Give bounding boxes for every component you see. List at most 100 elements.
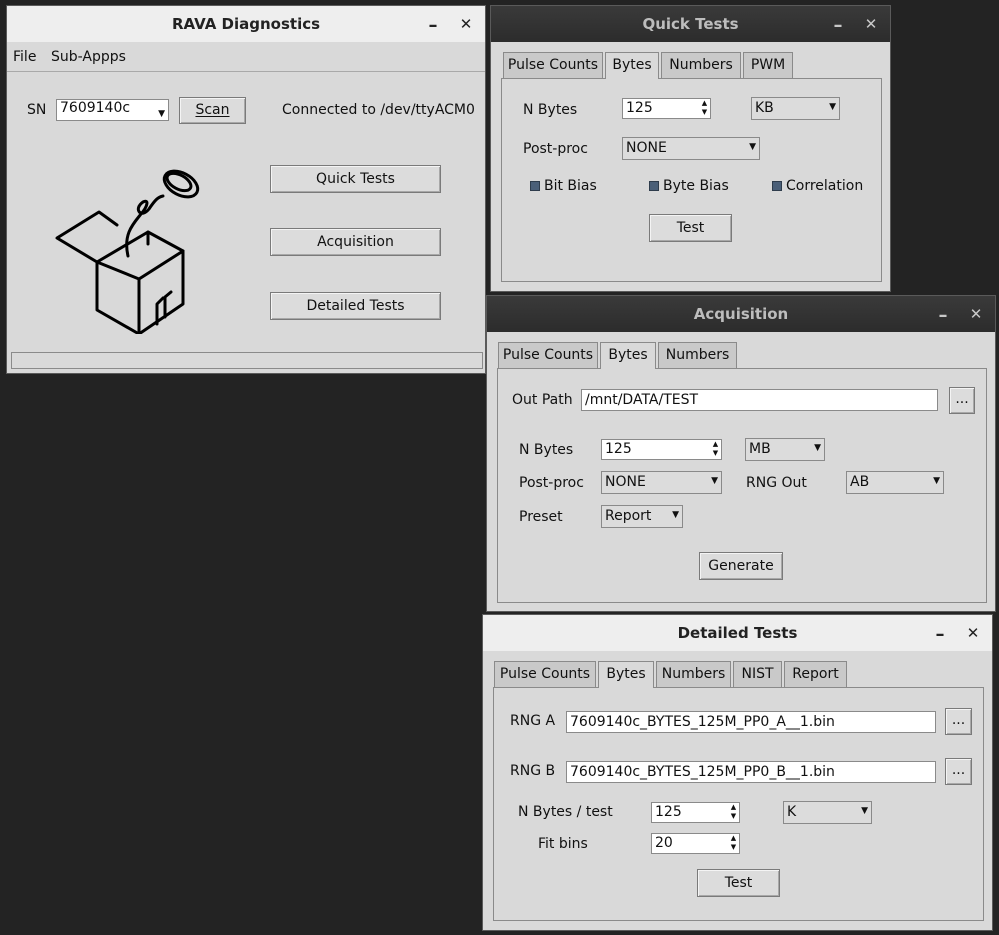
fit-bins-spinbox[interactable]: 20 ▲ ▼ bbox=[651, 833, 740, 854]
unit-select[interactable]: K ▼ bbox=[783, 801, 872, 824]
spin-arrows-icon[interactable]: ▲ ▼ bbox=[728, 803, 739, 822]
out-path-label: Out Path bbox=[512, 392, 573, 408]
unit-select-value: KB bbox=[755, 100, 774, 116]
rng-b-value: 7609140c_BYTES_125M_PP0_B__1.bin bbox=[570, 764, 835, 780]
byte-bias-checkbox[interactable] bbox=[649, 181, 659, 191]
quick-tests-titlebar[interactable]: Quick Tests – ✕ bbox=[491, 6, 890, 42]
minimize-button[interactable]: – bbox=[827, 13, 849, 36]
quick-tests-button[interactable]: Quick Tests bbox=[270, 165, 441, 193]
generate-button[interactable]: Generate bbox=[699, 552, 783, 580]
unit-select[interactable]: MB ▼ bbox=[745, 438, 825, 461]
n-bytes-test-value: 125 bbox=[655, 804, 682, 820]
tab-numbers[interactable]: Numbers bbox=[656, 661, 731, 687]
detailed-tests-body: Pulse Counts Bytes Numbers NIST Report R… bbox=[483, 651, 992, 930]
fit-bins-label: Fit bins bbox=[538, 836, 588, 852]
quick-tests-window: Quick Tests – ✕ Pulse Counts Bytes Numbe… bbox=[490, 5, 891, 292]
close-button[interactable]: ✕ bbox=[965, 303, 987, 325]
acquisition-window: Acquisition – ✕ Pulse Counts Bytes Numbe… bbox=[486, 295, 996, 612]
scan-button[interactable]: Scan bbox=[179, 97, 246, 124]
menu-subapps[interactable]: Sub-Appps bbox=[51, 47, 126, 67]
detailed-tests-window: Detailed Tests – ✕ Pulse Counts Bytes Nu… bbox=[482, 614, 993, 931]
browse-button-rng-b[interactable]: ... bbox=[945, 758, 972, 785]
postproc-label: Post-proc bbox=[523, 141, 588, 157]
test-button[interactable]: Test bbox=[649, 214, 732, 242]
unit-select-value: K bbox=[787, 804, 797, 820]
n-bytes-spinbox[interactable]: 125 ▲ ▼ bbox=[622, 98, 711, 119]
postproc-select[interactable]: NONE ▼ bbox=[601, 471, 722, 494]
main-window-title: RAVA Diagnostics bbox=[171, 15, 321, 33]
postproc-select[interactable]: NONE ▼ bbox=[622, 137, 760, 160]
preset-select-value: Report bbox=[605, 508, 652, 524]
unit-select[interactable]: KB ▼ bbox=[751, 97, 840, 120]
spin-arrows-icon[interactable]: ▲ ▼ bbox=[710, 440, 721, 459]
tab-pulse-counts[interactable]: Pulse Counts bbox=[503, 52, 603, 78]
acquisition-title: Acquisition bbox=[693, 305, 789, 323]
n-bytes-spinbox[interactable]: 125 ▲ ▼ bbox=[601, 439, 722, 460]
unit-select-value: MB bbox=[749, 441, 771, 457]
browse-button-rng-a[interactable]: ... bbox=[945, 708, 972, 735]
n-bytes-value: 125 bbox=[605, 441, 632, 457]
n-bytes-test-label: N Bytes / test bbox=[518, 804, 613, 820]
tab-nist[interactable]: NIST bbox=[733, 661, 782, 687]
main-titlebar[interactable]: RAVA Diagnostics – ✕ bbox=[7, 6, 485, 42]
chevron-down-icon: ▼ bbox=[158, 109, 165, 119]
close-button[interactable]: ✕ bbox=[962, 622, 984, 644]
chevron-down-icon: ▼ bbox=[814, 443, 821, 453]
acquisition-body: Pulse Counts Bytes Numbers Out Path /mnt… bbox=[487, 332, 995, 611]
n-bytes-label: N Bytes bbox=[523, 102, 578, 118]
quick-tests-body: Pulse Counts Bytes Numbers PWM N Bytes 1… bbox=[491, 42, 890, 291]
acquisition-titlebar[interactable]: Acquisition – ✕ bbox=[487, 296, 995, 332]
bit-bias-checkbox[interactable] bbox=[530, 181, 540, 191]
connection-status: Connected to /dev/ttyACM0 bbox=[282, 102, 475, 118]
minimize-button[interactable]: – bbox=[932, 303, 954, 326]
rng-out-label: RNG Out bbox=[746, 475, 807, 491]
browse-button[interactable]: ... bbox=[949, 387, 975, 414]
chevron-down-icon: ▼ bbox=[861, 806, 868, 816]
progress-bar bbox=[11, 352, 483, 369]
menu-file[interactable]: File bbox=[13, 47, 36, 67]
spin-arrows-icon[interactable]: ▲ ▼ bbox=[728, 834, 739, 853]
detailed-tests-titlebar[interactable]: Detailed Tests – ✕ bbox=[483, 615, 992, 651]
bit-bias-label: Bit Bias bbox=[544, 178, 597, 194]
tab-bytes[interactable]: Bytes bbox=[600, 342, 656, 369]
out-path-input[interactable]: /mnt/DATA/TEST bbox=[581, 389, 938, 411]
chevron-down-icon: ▼ bbox=[672, 510, 679, 520]
sn-select[interactable]: 7609140c ▼ bbox=[56, 99, 169, 121]
chevron-down-icon: ▼ bbox=[711, 476, 718, 486]
rng-a-label: RNG A bbox=[510, 713, 556, 729]
main-window: RAVA Diagnostics – ✕ File Sub-Appps SN 7… bbox=[6, 5, 486, 374]
postproc-label: Post-proc bbox=[519, 475, 584, 491]
close-button[interactable]: ✕ bbox=[860, 13, 882, 35]
tab-numbers[interactable]: Numbers bbox=[658, 342, 737, 368]
detailed-tests-button[interactable]: Detailed Tests bbox=[270, 292, 441, 320]
n-bytes-test-spinbox[interactable]: 125 ▲ ▼ bbox=[651, 802, 740, 823]
tab-pulse-counts[interactable]: Pulse Counts bbox=[494, 661, 596, 687]
jack-in-the-box-coin-icon bbox=[55, 169, 200, 334]
rng-a-input[interactable]: 7609140c_BYTES_125M_PP0_A__1.bin bbox=[566, 711, 936, 733]
minimize-button[interactable]: – bbox=[422, 13, 444, 36]
main-body: File Sub-Appps SN 7609140c ▼ Scan Connec… bbox=[7, 42, 485, 373]
close-button[interactable]: ✕ bbox=[455, 13, 477, 35]
n-bytes-value: 125 bbox=[626, 100, 653, 116]
rng-b-input[interactable]: 7609140c_BYTES_125M_PP0_B__1.bin bbox=[566, 761, 936, 783]
tab-bytes[interactable]: Bytes bbox=[605, 52, 659, 79]
acquisition-button[interactable]: Acquisition bbox=[270, 228, 441, 256]
preset-select[interactable]: Report ▼ bbox=[601, 505, 683, 528]
byte-bias-label: Byte Bias bbox=[663, 178, 729, 194]
correlation-checkbox[interactable] bbox=[772, 181, 782, 191]
scan-button-label: Scan bbox=[195, 102, 230, 118]
sn-select-value: 7609140c bbox=[60, 100, 131, 116]
n-bytes-label: N Bytes bbox=[519, 442, 574, 458]
tab-pwm[interactable]: PWM bbox=[743, 52, 793, 78]
minimize-button[interactable]: – bbox=[929, 622, 951, 645]
tab-numbers[interactable]: Numbers bbox=[661, 52, 741, 78]
tab-report[interactable]: Report bbox=[784, 661, 847, 687]
spin-arrows-icon[interactable]: ▲ ▼ bbox=[699, 99, 710, 118]
sn-label: SN bbox=[27, 102, 47, 118]
rng-a-value: 7609140c_BYTES_125M_PP0_A__1.bin bbox=[570, 714, 835, 730]
tab-pulse-counts[interactable]: Pulse Counts bbox=[498, 342, 598, 368]
chevron-down-icon: ▼ bbox=[933, 476, 940, 486]
tab-bytes[interactable]: Bytes bbox=[598, 661, 654, 688]
rng-out-select[interactable]: AB ▼ bbox=[846, 471, 944, 494]
test-button[interactable]: Test bbox=[697, 869, 780, 897]
